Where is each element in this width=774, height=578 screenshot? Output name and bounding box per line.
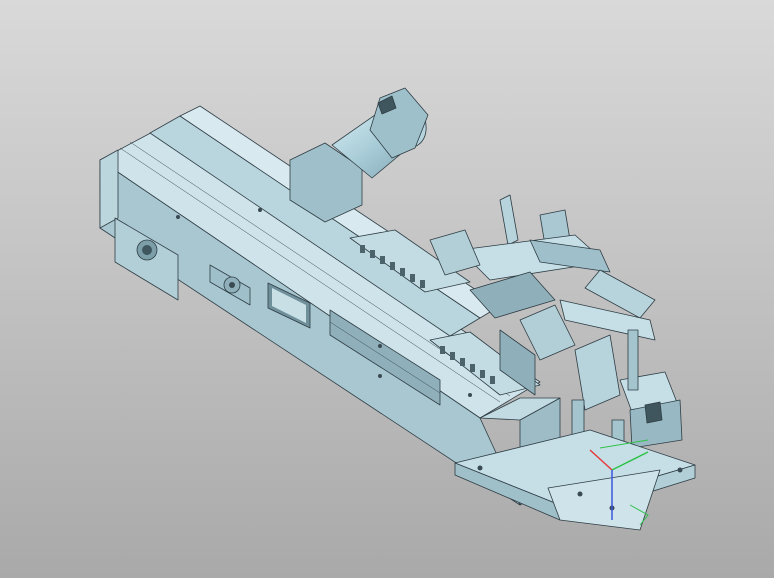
cad-viewport[interactable]	[0, 0, 774, 578]
stepper-motor[interactable]	[289, 86, 436, 223]
assembly-model[interactable]	[0, 0, 774, 578]
